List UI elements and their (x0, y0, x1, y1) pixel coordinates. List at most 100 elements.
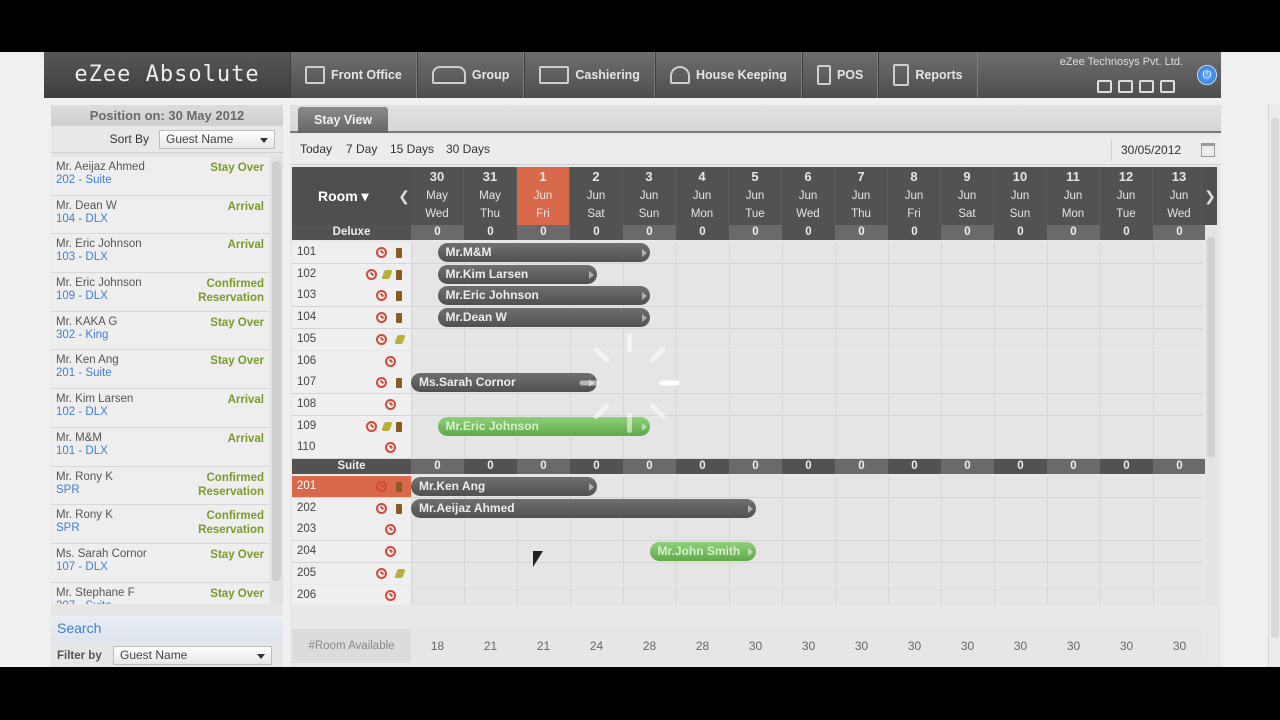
guest-list-item[interactable]: Ms. Sarah Cornor 107 - DLX Stay Over (51, 544, 270, 583)
range-15-days-button[interactable]: 15 Days (390, 142, 434, 156)
nav-house-keeping[interactable]: House Keeping (654, 52, 802, 98)
date-column-header[interactable]: 12 Jun Tue (1100, 167, 1153, 225)
room-day-cells[interactable] (411, 437, 1203, 459)
guest-list-item[interactable]: Mr. Kim Larsen 102 - DLX Arrival (51, 389, 270, 428)
block-room-icon[interactable] (376, 481, 387, 492)
guest-list-item[interactable]: Mr. Dean W 104 - DLX Arrival (51, 196, 270, 235)
block-room-icon[interactable] (385, 398, 396, 410)
booking-bar[interactable]: Mr.Dean W (437, 308, 650, 328)
block-room-icon[interactable] (366, 268, 377, 280)
nav-reports[interactable]: Reports (878, 52, 978, 98)
image-icon[interactable] (1139, 80, 1154, 93)
room-day-cells[interactable] (411, 328, 1203, 350)
availability-count: 30 (960, 639, 975, 653)
nav-label: House Keeping (695, 68, 787, 82)
room-number[interactable]: 103 (292, 285, 411, 307)
guest-list-item[interactable]: Mr. M&M 101 - DLX Arrival (51, 428, 270, 467)
nav-label: POS (836, 68, 864, 82)
booking-bar[interactable]: Mr.Aeijaz Ahmed (411, 498, 756, 518)
room-day-cells[interactable] (411, 541, 1203, 563)
view-icon[interactable] (1118, 80, 1133, 93)
guest-list-item[interactable]: Mr. Eric Johnson 103 - DLX Arrival (51, 234, 270, 274)
date-column-header[interactable]: 6 Jun Wed (782, 167, 835, 225)
power-icon[interactable]: ⏻ (1197, 65, 1217, 85)
date-column-header[interactable]: 10 Jun Sun (994, 167, 1047, 225)
booking-bar[interactable]: Mr.Kim Larsen (437, 264, 597, 284)
room-number[interactable]: 104 (292, 307, 411, 329)
date-column-header[interactable]: 11 Jun Mon (1047, 167, 1100, 225)
date-column-header[interactable]: 31 May Thu (464, 167, 517, 225)
booking-bar[interactable]: Mr.M&M (437, 243, 650, 262)
guest-list-item[interactable]: Mr. Rony K SPR Confirmed Reservation (51, 467, 270, 506)
minimize-icon[interactable] (1097, 80, 1112, 93)
guest-list-scrollbar[interactable] (270, 157, 283, 604)
room-day-cells[interactable] (411, 393, 1203, 415)
date-number: 1 (539, 169, 547, 184)
battery-icon (396, 291, 402, 302)
battery-icon (396, 313, 402, 324)
prev-dates-icon[interactable]: ❮ (397, 167, 411, 225)
grid-icon[interactable] (1160, 80, 1175, 93)
page-scrollbar[interactable] (1268, 104, 1280, 667)
nav-front-office[interactable]: Front Office (290, 52, 417, 98)
booking-bar[interactable]: Ms.Sarah Cornor (411, 373, 597, 393)
booking-bar[interactable]: Mr.Ken Ang (411, 477, 597, 496)
tab-stay-view[interactable]: Stay View (298, 107, 389, 133)
room-day-cells[interactable] (411, 519, 1203, 541)
block-room-icon[interactable] (376, 567, 387, 579)
date-column-header[interactable]: 1 Jun Fri (517, 167, 570, 225)
range-today-button[interactable]: Today (300, 142, 332, 156)
block-room-icon[interactable] (385, 589, 396, 601)
room-number[interactable]: 102 (292, 263, 411, 285)
room-number[interactable]: 101 (292, 242, 411, 263)
room-number[interactable]: 201 (292, 476, 411, 497)
date-column-header[interactable]: 2 Jun Sat (570, 167, 623, 225)
date-column-header[interactable]: 30 May Wed (411, 167, 464, 225)
block-room-icon[interactable] (366, 420, 377, 432)
room-column-header[interactable]: Room ▾ (292, 167, 411, 225)
room-number[interactable]: 105 (292, 328, 411, 350)
guest-list-item[interactable]: Mr. Stephane F207 - SuiteStay Over (51, 583, 270, 604)
guest-list-item[interactable]: Mr. Rony K SPR Confirmed Reservation (51, 505, 270, 544)
date-column-header[interactable]: 5 Jun Tue (729, 167, 782, 225)
search-header[interactable]: Search (51, 616, 283, 641)
room-number[interactable]: 205 (292, 562, 411, 584)
room-day-cells[interactable] (411, 350, 1203, 372)
calendar-icon[interactable] (1201, 143, 1215, 157)
room-day-cells[interactable] (411, 562, 1203, 584)
room-day-cells[interactable] (411, 584, 1203, 605)
next-dates-icon[interactable]: ❯ (1203, 167, 1217, 225)
date-column-header[interactable]: 8 Jun Fri (888, 167, 941, 225)
block-room-icon[interactable] (376, 247, 387, 258)
date-month: Jun (586, 190, 606, 202)
guest-list-item[interactable]: Mr. KAKA G 302 - King Stay Over (51, 312, 270, 351)
date-column-header[interactable]: 4 Jun Mon (676, 167, 729, 225)
range-7-day-button[interactable]: 7 Day (346, 142, 377, 156)
sort-select[interactable]: Guest Name (159, 129, 275, 149)
date-month: Jun (904, 190, 924, 202)
reports-icon (893, 64, 910, 86)
room-number[interactable]: 109 (292, 415, 411, 437)
date-column-header[interactable]: 9 Jun Sat (941, 167, 994, 225)
date-column-header[interactable]: 13 Jun Wed (1153, 167, 1206, 225)
block-room-icon[interactable] (385, 355, 396, 367)
date-column-header[interactable]: 3 Jun Sun (623, 167, 676, 225)
guest-list-item[interactable]: Mr. Eric Johnson 109 - DLX Confirmed Reser… (51, 273, 270, 312)
nav-cashiering[interactable]: Cashiering (524, 52, 655, 98)
booking-bar[interactable]: Mr.John Smith (649, 542, 756, 562)
date-month: Jun (1063, 190, 1083, 202)
date-picker[interactable]: 30/05/2012 (1111, 139, 1221, 161)
date-column-header[interactable]: 7 Jun Thu (835, 167, 888, 225)
block-room-icon[interactable] (376, 333, 387, 345)
block-room-icon[interactable] (376, 502, 387, 514)
nav-group[interactable]: Group (416, 52, 525, 98)
filter-select[interactable]: Guest Name (113, 646, 272, 665)
range-30-days-button[interactable]: 30 Days (446, 142, 490, 156)
grid-scrollbar[interactable] (1205, 225, 1217, 605)
room-number[interactable]: 107 (292, 372, 411, 394)
guest-list-item[interactable]: Mr. Aeijaz Ahmed 202 - Suite Stay Over (51, 157, 270, 196)
room-number[interactable]: 202 (292, 497, 411, 519)
booking-bar[interactable]: Mr.Eric Johnson (437, 286, 650, 306)
nav-pos[interactable]: POS (801, 52, 879, 98)
guest-list-item[interactable]: Mr. Ken Ang 201 - Suite Stay Over (51, 350, 270, 390)
